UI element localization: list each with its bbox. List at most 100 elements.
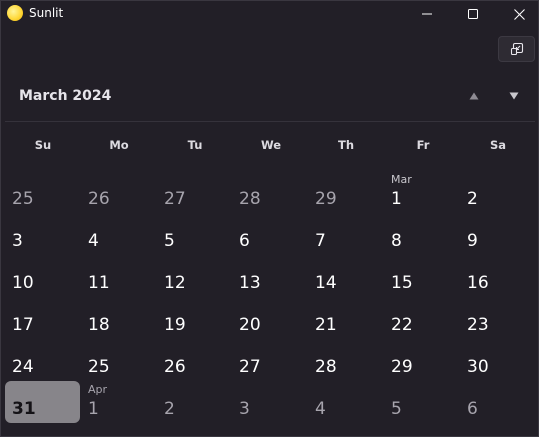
close-icon bbox=[513, 8, 525, 20]
calendar-day[interactable]: 14 bbox=[308, 255, 383, 297]
calendar-day[interactable]: 15 bbox=[384, 255, 459, 297]
app-title: Sunlit bbox=[29, 6, 64, 20]
day-number: 7 bbox=[315, 231, 326, 251]
day-number: 16 bbox=[467, 273, 489, 293]
calendar-day[interactable]: 2 bbox=[157, 381, 232, 423]
day-number: 29 bbox=[315, 189, 337, 209]
calendar-day[interactable]: 22 bbox=[384, 297, 459, 339]
title-bar[interactable]: Sunlit bbox=[1, 1, 538, 27]
calendar-day[interactable]: 25 bbox=[81, 339, 156, 381]
calendar-day[interactable]: 23 bbox=[460, 297, 535, 339]
day-number: 15 bbox=[391, 273, 413, 293]
day-number: 4 bbox=[88, 231, 99, 251]
calendar-day[interactable]: 24 bbox=[5, 339, 80, 381]
calendar-day[interactable]: 4 bbox=[81, 213, 156, 255]
calendar-day[interactable]: 5 bbox=[384, 381, 459, 423]
day-number: 18 bbox=[88, 315, 110, 335]
calendar-day[interactable]: 25 bbox=[5, 171, 80, 213]
calendar-day[interactable]: 20 bbox=[232, 297, 307, 339]
weekday-label: Su bbox=[34, 138, 52, 152]
calendar-day[interactable]: 7 bbox=[308, 213, 383, 255]
calendar-day[interactable]: 29 bbox=[308, 171, 383, 213]
calendar-day[interactable]: 28 bbox=[308, 339, 383, 381]
calendar-day[interactable]: 12 bbox=[157, 255, 232, 297]
day-number: 26 bbox=[164, 357, 186, 377]
day-number: 14 bbox=[315, 273, 337, 293]
calendar-day[interactable]: 4 bbox=[308, 381, 383, 423]
app-window: Sunlit March 2024 Su Mo Tu We Th Fr Sa 2… bbox=[0, 0, 539, 437]
calendar-day[interactable]: 10 bbox=[5, 255, 80, 297]
day-number: 24 bbox=[12, 357, 34, 377]
compact-overlay-icon bbox=[510, 42, 523, 56]
month-year-header[interactable]: March 2024 bbox=[19, 87, 111, 105]
calendar-day[interactable]: 9 bbox=[460, 213, 535, 255]
day-number: 2 bbox=[164, 399, 175, 419]
calendar-day[interactable]: 6 bbox=[460, 381, 535, 423]
triangle-up-icon bbox=[469, 92, 479, 100]
next-month-button[interactable] bbox=[503, 87, 525, 105]
day-number: 8 bbox=[391, 231, 402, 251]
calendar-day[interactable]: 21 bbox=[308, 297, 383, 339]
weekday-label: We bbox=[260, 138, 282, 152]
calendar-day[interactable]: 5 bbox=[157, 213, 232, 255]
day-number: 2 bbox=[467, 189, 478, 209]
weekday-label: Sa bbox=[489, 138, 507, 152]
day-number: 22 bbox=[391, 315, 413, 335]
day-number: 1 bbox=[88, 399, 99, 419]
calendar-day[interactable]: 13 bbox=[232, 255, 307, 297]
weekday-label: Th bbox=[337, 138, 355, 152]
calendar-day[interactable]: 8 bbox=[384, 213, 459, 255]
day-number: 6 bbox=[467, 399, 478, 419]
day-number: 21 bbox=[315, 315, 337, 335]
day-number: 27 bbox=[239, 357, 261, 377]
day-number: 12 bbox=[164, 273, 186, 293]
sun-app-icon bbox=[7, 5, 23, 21]
minimize-button[interactable] bbox=[404, 1, 450, 27]
calendar-day-grid: 25 26 27 28 29 Mar 1 2 3 4 5 6 7 8 9 10 11 12 13 14 15 16 17 18… bbox=[5, 171, 536, 423]
day-number: 1 bbox=[391, 189, 402, 209]
day-number: 6 bbox=[239, 231, 250, 251]
day-number: 20 bbox=[239, 315, 261, 335]
day-number: 27 bbox=[164, 189, 186, 209]
day-number: 5 bbox=[164, 231, 175, 251]
day-number: 4 bbox=[315, 399, 326, 419]
day-number: 23 bbox=[467, 315, 489, 335]
calendar-day[interactable]: 27 bbox=[232, 339, 307, 381]
day-number: 31 bbox=[12, 399, 36, 419]
close-button[interactable] bbox=[496, 1, 539, 27]
calendar-day[interactable]: 26 bbox=[157, 339, 232, 381]
compact-overlay-button[interactable] bbox=[498, 36, 535, 62]
day-number: 25 bbox=[88, 357, 110, 377]
day-number: 25 bbox=[12, 189, 34, 209]
calendar-day[interactable]: 6 bbox=[232, 213, 307, 255]
triangle-down-icon bbox=[509, 92, 519, 100]
month-start-label: Apr bbox=[88, 383, 108, 396]
calendar-day[interactable]: 16 bbox=[460, 255, 535, 297]
maximize-icon bbox=[468, 9, 478, 19]
day-number: 5 bbox=[391, 399, 402, 419]
calendar-day[interactable]: 17 bbox=[5, 297, 80, 339]
calendar-day[interactable]: 18 bbox=[81, 297, 156, 339]
calendar-day[interactable]: 27 bbox=[157, 171, 232, 213]
calendar-day[interactable]: 2 bbox=[460, 171, 535, 213]
calendar-day[interactable]: 11 bbox=[81, 255, 156, 297]
calendar-day[interactable]: 19 bbox=[157, 297, 232, 339]
day-number: 28 bbox=[239, 189, 261, 209]
weekday-label: Fr bbox=[416, 138, 430, 152]
calendar-day[interactable]: 3 bbox=[5, 213, 80, 255]
day-number: 19 bbox=[164, 315, 186, 335]
calendar-day[interactable]: 30 bbox=[460, 339, 535, 381]
calendar-day[interactable]: Apr 1 bbox=[81, 381, 156, 423]
calendar-day[interactable]: 3 bbox=[232, 381, 307, 423]
calendar-day[interactable]: 29 bbox=[384, 339, 459, 381]
previous-month-button[interactable] bbox=[463, 87, 485, 105]
maximize-button[interactable] bbox=[450, 1, 496, 27]
day-number: 3 bbox=[239, 399, 250, 419]
calendar-day[interactable]: 26 bbox=[81, 171, 156, 213]
calendar-day-today[interactable]: 31 bbox=[5, 381, 80, 423]
day-number: 26 bbox=[88, 189, 110, 209]
day-number: 17 bbox=[12, 315, 34, 335]
weekday-header-row: Su Mo Tu We Th Fr Sa bbox=[5, 138, 536, 154]
calendar-day[interactable]: 28 bbox=[232, 171, 307, 213]
calendar-day[interactable]: Mar 1 bbox=[384, 171, 459, 213]
